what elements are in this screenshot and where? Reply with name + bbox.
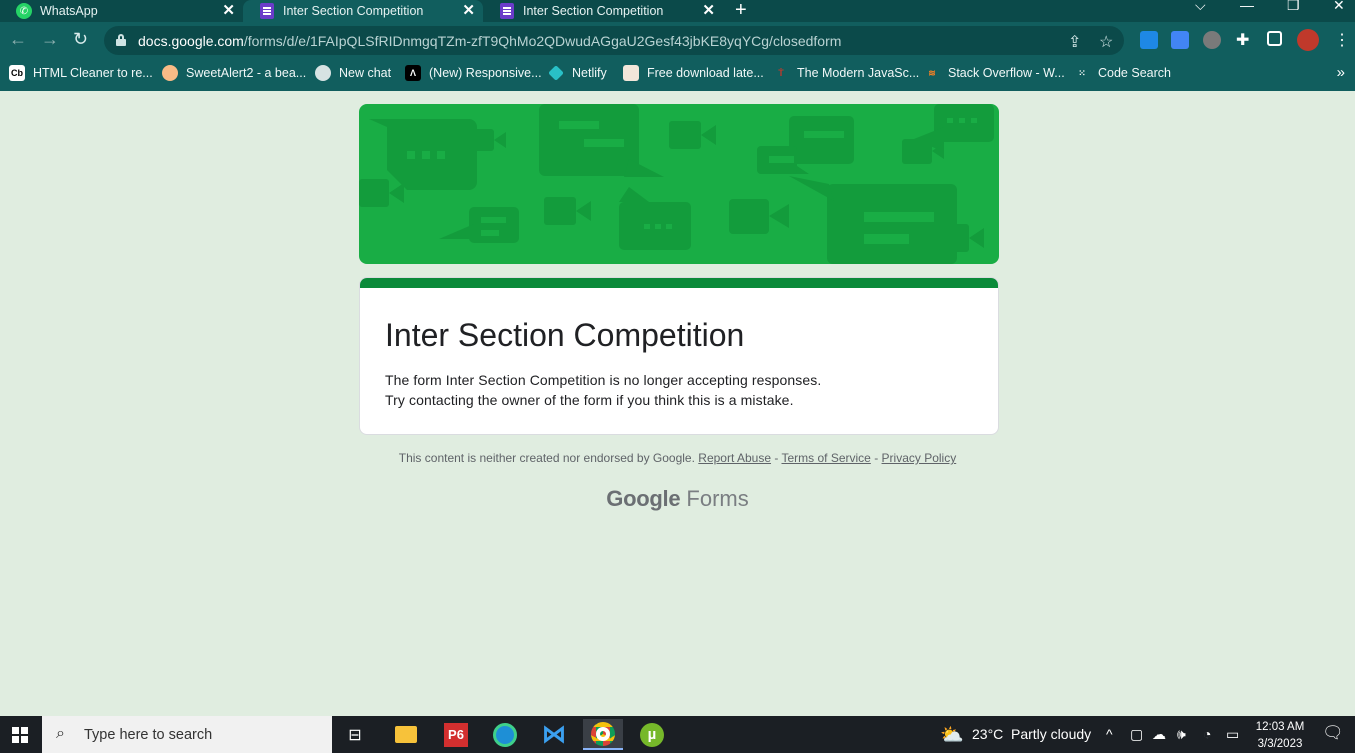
p6-icon[interactable]: P6 — [436, 719, 476, 750]
vscode-icon[interactable]: ⋈ — [534, 719, 574, 750]
settings-extension-icon[interactable] — [1203, 31, 1221, 49]
google-wordmark: Google — [606, 486, 681, 511]
url-text[interactable]: docs.google.com/forms/d/e/1FAIpQLSfRIDnm… — [138, 33, 841, 49]
bookmark-item[interactable]: Cb HTML Cleaner to re... — [9, 65, 153, 81]
bookmark-item[interactable]: SweetAlert2 - a bea... — [162, 65, 306, 81]
clock[interactable]: 12:03 AM 3/3/2023 — [1250, 719, 1310, 753]
search-icon: ⌕ — [56, 725, 65, 742]
tab-title: Inter Section Competition — [523, 4, 664, 18]
chat-pattern-illustration — [359, 104, 994, 264]
back-button[interactable]: ← — [9, 29, 27, 50]
bookmark-item[interactable]: ⁙ Code Search — [1074, 65, 1171, 81]
tab-search-icon[interactable]: ⌵ — [1195, 0, 1206, 14]
chrome-icon[interactable] — [583, 719, 623, 750]
google-forms-icon — [499, 3, 515, 19]
close-tab-icon[interactable]: ✕ — [222, 1, 235, 19]
onedrive-cloud-icon[interactable]: ☁ — [1152, 726, 1166, 743]
form-header-image — [359, 104, 999, 264]
url-host: docs.google.com — [138, 33, 244, 49]
clock-time: 12:03 AM — [1255, 721, 1305, 733]
footer-disclaimer: This content is neither created nor endo… — [0, 451, 1355, 465]
closed-form-card: Inter Section Competition The form Inter… — [359, 277, 999, 435]
terms-of-service-link[interactable]: Terms of Service — [781, 451, 870, 465]
chatgpt-icon — [315, 65, 331, 81]
task-view-icon[interactable]: ⊟ — [335, 719, 375, 750]
bookmark-item[interactable]: ≋ Stack Overflow - W... — [924, 65, 1064, 81]
weather-temp[interactable]: 23°C — [972, 726, 1003, 742]
tab-title: WhatsApp — [40, 4, 98, 18]
google-forms-logo[interactable]: Google Forms — [0, 486, 1355, 512]
weather-text[interactable]: Partly cloudy — [1011, 726, 1091, 742]
windows-start-icon[interactable] — [12, 727, 28, 743]
bookmark-star-icon[interactable]: ☆ — [1099, 32, 1113, 52]
stackoverflow-icon: ≋ — [928, 67, 936, 78]
tab-whatsapp[interactable]: ✆ WhatsApp ✕ — [0, 0, 243, 22]
side-panel-icon[interactable] — [1267, 31, 1282, 46]
bookmark-item[interactable]: Netlify — [548, 65, 607, 81]
meet-now-icon[interactable]: ▢ — [1130, 726, 1143, 743]
responsive-icon: Λ — [405, 65, 421, 81]
download-icon — [623, 65, 639, 81]
close-tab-icon[interactable]: ✕ — [462, 1, 475, 19]
more-bookmarks-icon[interactable]: » — [1337, 64, 1345, 81]
address-bar[interactable]: docs.google.com/forms/d/e/1FAIpQLSfRIDnm… — [104, 26, 1124, 55]
windows-taskbar: ⌕ Type here to search ⊟ P6 ⋈ µ ⛅ 23°C Pa… — [0, 716, 1355, 753]
disclaimer-text: This content is neither created nor endo… — [398, 451, 695, 465]
theme-color-band — [360, 278, 998, 288]
javascript-info-icon: Ṫ — [778, 68, 784, 78]
sweetalert-icon — [162, 65, 178, 81]
report-abuse-link[interactable]: Report Abuse — [698, 451, 771, 465]
new-tab-button[interactable]: + — [735, 0, 747, 22]
battery-icon[interactable]: ▭ — [1226, 726, 1239, 743]
taskbar-search-box[interactable]: ⌕ Type here to search — [42, 716, 332, 753]
profile-avatar[interactable] — [1297, 29, 1319, 51]
google-forms-icon — [259, 3, 275, 19]
form-title: Inter Section Competition — [385, 317, 745, 353]
bookmarks-bar: Cb HTML Cleaner to re... SweetAlert2 - a … — [0, 59, 1355, 91]
search-placeholder: Type here to search — [84, 727, 213, 743]
tab-strip: ✆ WhatsApp ✕ Inter Section Competition ✕… — [0, 0, 1355, 22]
extensions-puzzle-icon[interactable]: ✚ — [1236, 30, 1249, 50]
tab-inter-section[interactable]: Inter Section Competition ✕ — [483, 0, 723, 22]
weather-partly-cloudy-icon[interactable]: ⛅ — [940, 723, 964, 747]
menu-icon[interactable]: ⋮ — [1334, 30, 1350, 50]
bookmark-item[interactable]: Ṫ The Modern JavaSc... — [773, 65, 919, 81]
bookmark-item[interactable]: New chat — [315, 65, 391, 81]
reload-button[interactable]: ↻ — [73, 29, 88, 50]
notifications-icon[interactable]: 🗨 — [1322, 723, 1344, 743]
contact-owner-message: Try contacting the owner of the form if … — [385, 392, 794, 408]
clock-date: 3/3/2023 — [1257, 738, 1303, 750]
forms-wordmark: Forms — [686, 486, 749, 511]
forward-button[interactable]: → — [41, 29, 59, 50]
close-tab-icon[interactable]: ✕ — [702, 1, 715, 19]
privacy-policy-link[interactable]: Privacy Policy — [882, 451, 957, 465]
separator: - — [874, 451, 879, 465]
netlify-icon — [548, 65, 564, 81]
closed-message: The form Inter Section Competition is no… — [385, 372, 822, 388]
edge-icon[interactable] — [485, 719, 525, 750]
separator: - — [774, 451, 779, 465]
file-explorer-icon[interactable] — [386, 719, 426, 750]
cb-icon: Cb — [9, 65, 25, 81]
code-search-icon: ⁙ — [1078, 67, 1086, 78]
share-icon[interactable]: ⇪ — [1068, 32, 1081, 52]
bookmark-item[interactable]: Λ (New) Responsive... — [405, 65, 542, 81]
tab-title: Inter Section Competition — [283, 4, 424, 18]
whatsapp-icon: ✆ — [16, 3, 32, 19]
volume-icon[interactable]: 🕪 — [1177, 726, 1186, 743]
wifi-icon[interactable]: ◔ — [1203, 726, 1211, 742]
extension-icon[interactable] — [1140, 31, 1158, 49]
minimize-button[interactable]: — — [1240, 0, 1254, 13]
show-hidden-icons-icon[interactable]: ^ — [1106, 726, 1113, 742]
translate-icon[interactable] — [1171, 31, 1189, 49]
browser-toolbar: ← → ↻ docs.google.com/forms/d/e/1FAIpQLS… — [0, 22, 1355, 59]
bookmark-item[interactable]: Free download late... — [623, 65, 764, 81]
tab-inter-section-active[interactable]: Inter Section Competition ✕ — [243, 0, 483, 22]
lock-icon[interactable] — [116, 34, 126, 46]
url-path: /forms/d/e/1FAIpQLSfRIDnmgqTZm-zfT9QhMo2… — [243, 33, 842, 49]
close-window-button[interactable]: ✕ — [1333, 0, 1345, 14]
restore-button[interactable]: ❐ — [1287, 0, 1300, 14]
utorrent-icon[interactable]: µ — [632, 719, 672, 750]
